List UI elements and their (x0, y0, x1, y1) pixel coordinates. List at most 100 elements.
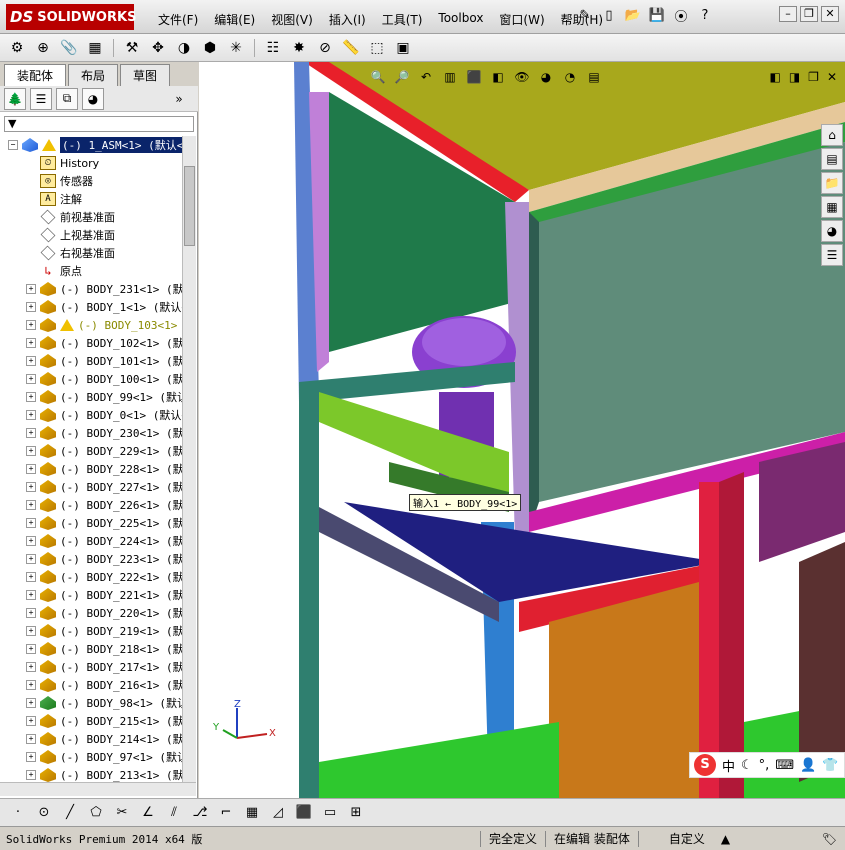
point-icon[interactable]: · (8, 803, 28, 823)
tree-body-row[interactable]: + (-) BODY_222<1> (默认 (0, 568, 182, 586)
tree-item[interactable]: 前视基准面 (0, 208, 182, 226)
ime-language[interactable]: 中 (722, 756, 735, 775)
tree-body-row[interactable]: + (-) BODY_229<1> (默认 (0, 442, 182, 460)
expand-icon[interactable]: + (26, 500, 36, 510)
table-layout-icon[interactable]: ⊞ (346, 803, 366, 823)
tree-body-row[interactable]: + (-) BODY_0<1> (默认< (0, 406, 182, 424)
tree-body-row[interactable]: + (-) BODY_100<1> (默认 (0, 370, 182, 388)
apply-scene-icon[interactable]: ◔ (561, 68, 579, 86)
interference-detection-icon[interactable]: ⊘ (314, 37, 336, 59)
tree-body-row[interactable]: + (-) BODY_1<1> (默认< (0, 298, 182, 316)
view-orientation-icon[interactable]: ⬛ (465, 68, 483, 86)
expand-icon[interactable]: + (26, 644, 36, 654)
tree-body-row[interactable]: + (-) BODY_101<1> (默认 (0, 352, 182, 370)
menu-toolbox[interactable]: Toolbox (430, 9, 491, 30)
bill-of-materials-icon[interactable]: ☷ (262, 37, 284, 59)
window-layout-icon[interactable]: ▭ (320, 803, 340, 823)
grid-icon[interactable]: ▦ (242, 803, 262, 823)
expand-icon[interactable]: + (26, 698, 36, 708)
tree-body-row[interactable]: + (-) BODY_216<1> (默认 (0, 676, 182, 694)
new-document-icon[interactable]: ▯ (600, 6, 618, 24)
expand-icon[interactable]: + (26, 770, 36, 780)
polygon-icon[interactable]: ⬠ (86, 803, 106, 823)
tree-body-row[interactable]: + (-) BODY_228<1> (默认 (0, 460, 182, 478)
expand-icon[interactable]: + (26, 338, 36, 348)
tree-body-row[interactable]: + (-) BODY_221<1> (默认 (0, 586, 182, 604)
expand-icon[interactable]: + (26, 662, 36, 672)
insert-component-icon[interactable]: ⊕ (32, 37, 54, 59)
tag-icon[interactable]: 🏷 (822, 832, 837, 846)
tree-body-row[interactable]: + (-) BODY_214<1> (默认 (0, 730, 182, 748)
zoom-to-fit-icon[interactable]: 🔍 (369, 68, 387, 86)
expand-icon[interactable]: + (26, 734, 36, 744)
tree-body-row[interactable]: + (-) BODY_220<1> (默认 (0, 604, 182, 622)
expand-icon[interactable]: + (26, 554, 36, 564)
reference-geometry-icon[interactable]: ✳ (225, 37, 247, 59)
tree-item[interactable]: A 注解 (0, 190, 182, 208)
expand-icon[interactable]: + (26, 482, 36, 492)
tree-body-row[interactable]: + (-) BODY_231<1> (默认 (0, 280, 182, 298)
section-view-icon[interactable]: ▥ (441, 68, 459, 86)
minimize-button[interactable]: – (779, 6, 797, 22)
expand-icon[interactable]: + (26, 356, 36, 366)
assembly-features-icon[interactable]: ⬢ (199, 37, 221, 59)
punctuation-icon[interactable]: °, (759, 758, 770, 773)
tree-body-row[interactable]: + (-) BODY_224<1> (默认 (0, 532, 182, 550)
next-doc-icon[interactable]: ◨ (789, 70, 800, 84)
tree-body-row[interactable]: + (-) BODY_223<1> (默认 (0, 550, 182, 568)
cube-view-icon[interactable]: ⬛ (294, 803, 314, 823)
save-icon[interactable]: 💾 (648, 6, 666, 24)
tab-assembly[interactable]: 装配体 (4, 64, 67, 86)
tree-body-row[interactable]: + (-) BODY_217<1> (默认 (0, 658, 182, 676)
collapse-icon[interactable]: − (8, 140, 18, 150)
snapshot-icon[interactable]: ▣ (392, 37, 414, 59)
expand-icon[interactable]: + (26, 608, 36, 618)
help-icon[interactable]: ? (696, 6, 714, 24)
mirror-icon[interactable]: ⎇ (190, 803, 210, 823)
expand-icon[interactable]: + (26, 680, 36, 690)
tree-body-row[interactable]: + (-) BODY_97<1> (默认 (0, 748, 182, 766)
menu-tools[interactable]: 工具(T) (374, 9, 431, 30)
viewport-restore-icon[interactable]: ❐ (808, 70, 819, 84)
menu-window[interactable]: 窗口(W) (491, 9, 552, 30)
configuration-manager-icon[interactable]: ⧉ (56, 87, 78, 110)
scroll-thumb[interactable] (184, 166, 195, 246)
tree-body-row[interactable]: + (-) BODY_102<1> (默认 (0, 334, 182, 352)
close-button[interactable]: ✕ (821, 6, 839, 22)
tree-item[interactable]: 上视基准面 (0, 226, 182, 244)
tree-horizontal-scrollbar[interactable] (0, 782, 196, 796)
mate-icon[interactable]: 📎 (58, 37, 80, 59)
user-icon[interactable]: 👤 (800, 758, 816, 773)
expand-icon[interactable]: + (26, 446, 36, 456)
expand-icon[interactable]: + (26, 284, 36, 294)
tree-body-row[interactable]: + (-) BODY_218<1> (默认 (0, 640, 182, 658)
expand-icon[interactable]: + (26, 590, 36, 600)
expand-icon[interactable]: + (26, 518, 36, 528)
tree-body-row[interactable]: + (-) BODY_99<1> (默认 (0, 388, 182, 406)
tree-body-row[interactable]: + (-) BODY_219<1> (默认 (0, 622, 182, 640)
smart-fasteners-icon[interactable]: ⚒ (121, 37, 143, 59)
tree-vertical-scrollbar[interactable] (182, 136, 196, 782)
property-manager-icon[interactable]: ☰ (30, 87, 52, 110)
feature-manager-tree-icon[interactable]: 🌲 (4, 87, 26, 110)
edit-appearance-icon[interactable]: ◕ (537, 68, 555, 86)
view-settings-icon[interactable]: ▤ (585, 68, 603, 86)
graphics-area[interactable]: 🔍 🔎 ↶ ▥ ⬛ ◧ 👁 ◕ ◔ ▤ ◧ ◨ ❐ ✕ ⌂ ▤ 📁 ▦ ◕ ☰ … (199, 62, 845, 798)
menu-view[interactable]: 视图(V) (263, 9, 321, 30)
tree-item[interactable]: ⏲ History (0, 154, 182, 172)
tree-item[interactable]: ◎ 传感器 (0, 172, 182, 190)
menu-edit[interactable]: 编辑(E) (206, 9, 263, 30)
corner-icon[interactable]: ⌐ (216, 803, 236, 823)
appearances-icon[interactable]: ◕ (821, 220, 843, 242)
tree-root-row[interactable]: − (-) 1_ASM<1> (默认<默 (0, 136, 182, 154)
instant3d-icon[interactable]: ⬚ (366, 37, 388, 59)
expand-icon[interactable]: + (26, 464, 36, 474)
expand-icon[interactable]: + (26, 716, 36, 726)
hide-show-icon[interactable]: 👁 (513, 68, 531, 86)
expand-icon[interactable]: + (26, 410, 36, 420)
tab-layout[interactable]: 布局 (68, 64, 119, 86)
angle-icon[interactable]: ∠ (138, 803, 158, 823)
triangle-icon[interactable]: ◿ (268, 803, 288, 823)
assembly-model[interactable] (199, 62, 845, 798)
tree-filter[interactable]: ▼ (4, 116, 194, 132)
